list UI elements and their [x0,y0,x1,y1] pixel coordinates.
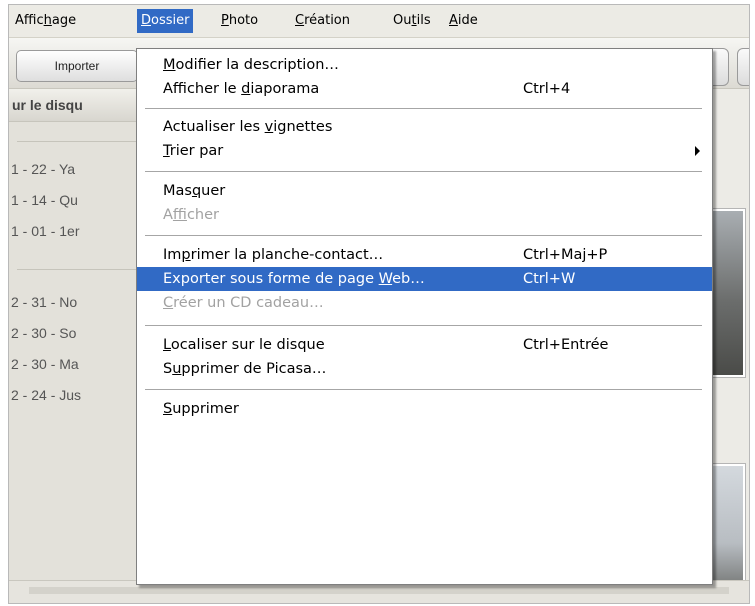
menu-outils[interactable]: Outils [389,9,435,33]
import-button[interactable]: Importer [16,50,138,82]
menu-separator [145,235,702,236]
menu-item-imprimer-planche-contact[interactable]: Imprimer la planche-contact… Ctrl+Maj+P [137,243,712,267]
menu-item-creer-cd-cadeau: Créer un CD cadeau… [163,295,324,311]
menu-item-actualiser-vignettes[interactable]: Actualiser les vignettes [137,115,712,139]
menu-bar: Affichage Dossier Photo Création Outils … [9,5,749,38]
folder-item[interactable]: 1 - 22 - Ya [11,161,75,177]
menu-dossier[interactable]: Dossier [137,9,194,33]
menu-item-afficher: Afficher [163,207,219,223]
menu-separator [145,108,702,109]
folder-item[interactable]: 1 - 01 - 1er [11,223,79,239]
menu-photo[interactable]: Photo [217,9,262,33]
menu-item-supprimer[interactable]: Supprimer [137,397,712,421]
menu-aide[interactable]: Aide [445,9,482,33]
menu-item-modifier-description[interactable]: Modifier la description… [137,53,712,77]
menu-item-exporter-page-web[interactable]: Exporter sous forme de page Web… Ctrl+W [137,267,712,291]
shortcut-label: Ctrl+W [523,271,576,287]
folder-item[interactable]: 1 - 14 - Qu [11,192,78,208]
shortcut-label: Ctrl+4 [523,81,571,97]
shortcut-label: Ctrl+Entrée [523,337,609,353]
shortcut-label: Ctrl+Maj+P [523,247,608,263]
status-bar-track [29,587,729,594]
menu-item-supprimer-de-picasa[interactable]: Supprimer de Picasa… [137,357,712,381]
menu-item-masquer[interactable]: Masquer [137,179,712,203]
folder-item[interactable]: 2 - 31 - No [11,294,77,310]
menu-item-localiser-disque[interactable]: Localiser sur le disque Ctrl+Entrée [137,333,712,357]
dossier-dropdown-menu: Modifier la description… Afficher le dia… [136,48,713,585]
menu-item-trier-par[interactable]: Trier par [137,139,712,163]
folder-item[interactable]: 2 - 24 - Jus [11,387,81,403]
menu-separator [145,389,702,390]
menu-separator [145,325,702,326]
menu-separator [145,171,702,172]
submenu-arrow-icon [695,146,700,156]
folder-item[interactable]: 2 - 30 - Ma [11,356,79,372]
folder-item[interactable]: 2 - 30 - So [11,325,76,341]
menu-affichage[interactable]: Affichage [11,9,80,33]
menu-creation[interactable]: Création [291,9,354,33]
menu-item-afficher-diaporama[interactable]: Afficher le diaporama Ctrl+4 [137,77,712,101]
toolbar-button-partial[interactable] [737,48,749,86]
